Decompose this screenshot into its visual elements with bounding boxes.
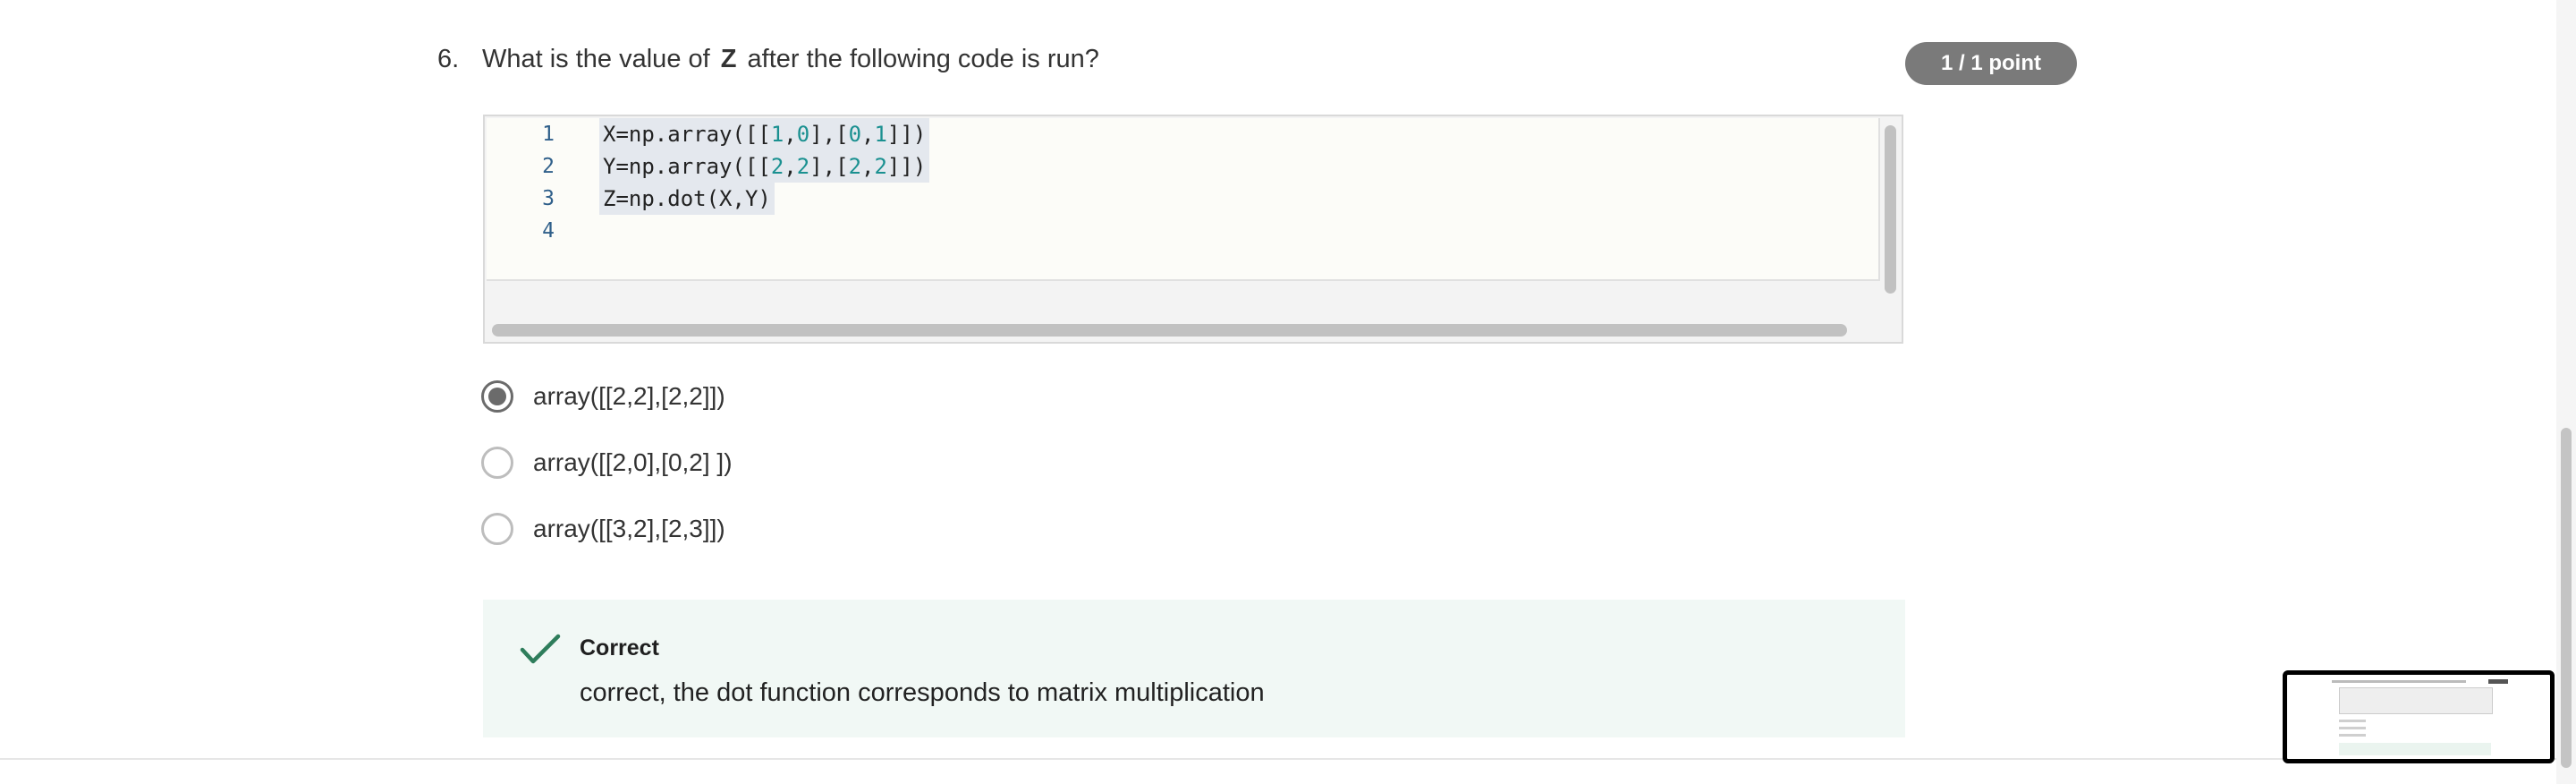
feedback-message: correct, the dot function corresponds to… bbox=[580, 678, 1265, 707]
answer-option[interactable]: array([[2,2],[2,2]]) bbox=[481, 378, 725, 415]
question-text: What is the value of Z after the followi… bbox=[482, 45, 1099, 74]
minimap-line bbox=[2339, 727, 2366, 729]
checkmark-icon bbox=[520, 634, 561, 664]
radio-button[interactable] bbox=[481, 513, 513, 545]
question-number: 6. bbox=[437, 45, 460, 73]
answer-option[interactable]: array([[3,2],[2,3]]) bbox=[481, 510, 725, 548]
code-line: 1 X=np.array([[1,0],[0,1]]) bbox=[487, 118, 930, 150]
code-area[interactable]: 1 X=np.array([[1,0],[0,1]]) 2 Y=np.array… bbox=[487, 118, 1880, 281]
question-text-after: after the following code is run? bbox=[747, 45, 1099, 73]
radio-button[interactable] bbox=[481, 447, 513, 479]
points-badge: 1 / 1 point bbox=[1905, 42, 2077, 85]
page-minimap[interactable] bbox=[2283, 670, 2555, 763]
minimap-line bbox=[2339, 734, 2366, 737]
code-editor[interactable]: 1 X=np.array([[1,0],[0,1]]) 2 Y=np.array… bbox=[483, 115, 1903, 344]
line-number: 2 bbox=[542, 155, 555, 178]
question-text-before: What is the value of bbox=[482, 45, 710, 73]
answer-option-label: array([[3,2],[2,3]]) bbox=[533, 515, 725, 542]
code-text: Y=np.array([[2,2],[2,2]]) bbox=[599, 150, 930, 183]
editor-vertical-scrollbar[interactable] bbox=[1882, 120, 1900, 294]
minimap-line bbox=[2339, 720, 2366, 722]
feedback-status: Correct bbox=[580, 635, 659, 660]
code-line: 4 bbox=[487, 215, 606, 247]
minimap-line bbox=[2332, 680, 2466, 683]
feedback-panel: Correct correct, the dot function corres… bbox=[483, 600, 1905, 737]
code-text: X=np.array([[1,0],[0,1]]) bbox=[599, 118, 930, 150]
minimap-editor bbox=[2339, 687, 2493, 714]
line-number: 4 bbox=[542, 219, 555, 243]
answer-option[interactable]: array([[2,0],[0,2] ]) bbox=[481, 444, 733, 481]
editor-vertical-scroll-thumb[interactable] bbox=[1885, 125, 1896, 294]
page-scroll-thumb[interactable] bbox=[2561, 428, 2572, 768]
code-line: 2 Y=np.array([[2,2],[2,2]]) bbox=[487, 150, 930, 183]
line-number: 1 bbox=[542, 123, 555, 146]
page-scrollbar[interactable] bbox=[2556, 0, 2576, 784]
radio-dot-icon bbox=[488, 388, 506, 405]
bottom-divider bbox=[0, 758, 2558, 760]
quiz-page: 6. What is the value of Z after the foll… bbox=[0, 0, 2576, 784]
question-variable: Z bbox=[720, 45, 737, 73]
code-text: Z=np.dot(X,Y) bbox=[599, 183, 775, 215]
line-number: 3 bbox=[542, 187, 555, 210]
minimap-badge bbox=[2488, 679, 2508, 684]
code-line: 3 Z=np.dot(X,Y) bbox=[487, 183, 775, 215]
answer-option-label: array([[2,2],[2,2]]) bbox=[533, 382, 725, 410]
editor-horizontal-scrollbar[interactable] bbox=[492, 324, 1847, 337]
answer-option-label: array([[2,0],[0,2] ]) bbox=[533, 448, 733, 476]
radio-button-selected[interactable] bbox=[481, 380, 513, 413]
minimap-feedback bbox=[2339, 743, 2491, 755]
